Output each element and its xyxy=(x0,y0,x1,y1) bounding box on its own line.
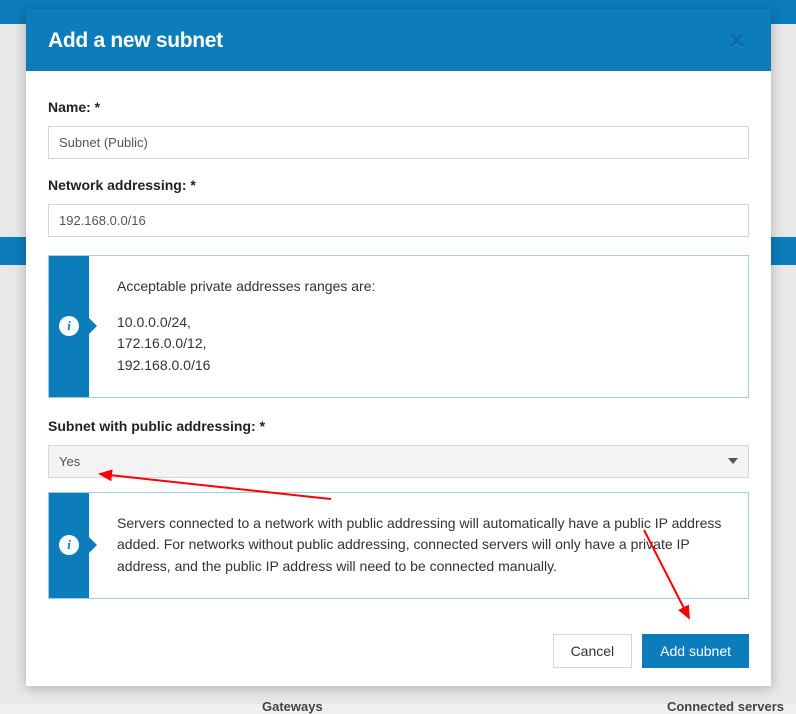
connected-servers-label: Connected servers xyxy=(667,699,784,714)
info-content: Servers connected to a network with publ… xyxy=(89,493,748,598)
name-label: Name: * xyxy=(48,99,749,115)
info-intro: Acceptable private addresses ranges are: xyxy=(117,276,375,298)
public-addressing-info: Servers connected to a network with publ… xyxy=(48,492,749,599)
modal-header: Add a new subnet × xyxy=(26,9,771,71)
cancel-button[interactable]: Cancel xyxy=(553,634,633,668)
public-addressing-select[interactable]: YesNo xyxy=(48,445,749,478)
network-addressing-group: Network addressing: * xyxy=(48,177,749,237)
public-addressing-label: Subnet with public addressing: * xyxy=(48,418,749,434)
address-ranges-info: Acceptable private addresses ranges are:… xyxy=(48,255,749,398)
close-icon[interactable]: × xyxy=(729,34,749,48)
info-stripe xyxy=(49,493,89,598)
name-group: Name: * xyxy=(48,99,749,159)
public-info-text: Servers connected to a network with publ… xyxy=(117,513,730,578)
info-content: Acceptable private addresses ranges are:… xyxy=(89,256,393,397)
modal-footer: Cancel Add subnet xyxy=(26,618,771,686)
public-addressing-group: Subnet with public addressing: * YesNo xyxy=(48,418,749,478)
add-subnet-button[interactable]: Add subnet xyxy=(642,634,749,668)
modal-title: Add a new subnet xyxy=(48,29,223,53)
gateways-label: Gateways xyxy=(262,699,323,714)
info-icon xyxy=(59,316,79,336)
info-stripe xyxy=(49,256,89,397)
modal-body: Name: * Network addressing: * Acceptable… xyxy=(26,71,771,618)
network-addressing-input[interactable] xyxy=(48,204,749,237)
info-icon xyxy=(59,535,79,555)
add-subnet-modal: Add a new subnet × Name: * Network addre… xyxy=(26,9,771,686)
name-input[interactable] xyxy=(48,126,749,159)
network-addressing-label: Network addressing: * xyxy=(48,177,749,193)
info-ranges-list: 10.0.0.0/24, 172.16.0.0/12, 192.168.0.0/… xyxy=(117,312,375,377)
